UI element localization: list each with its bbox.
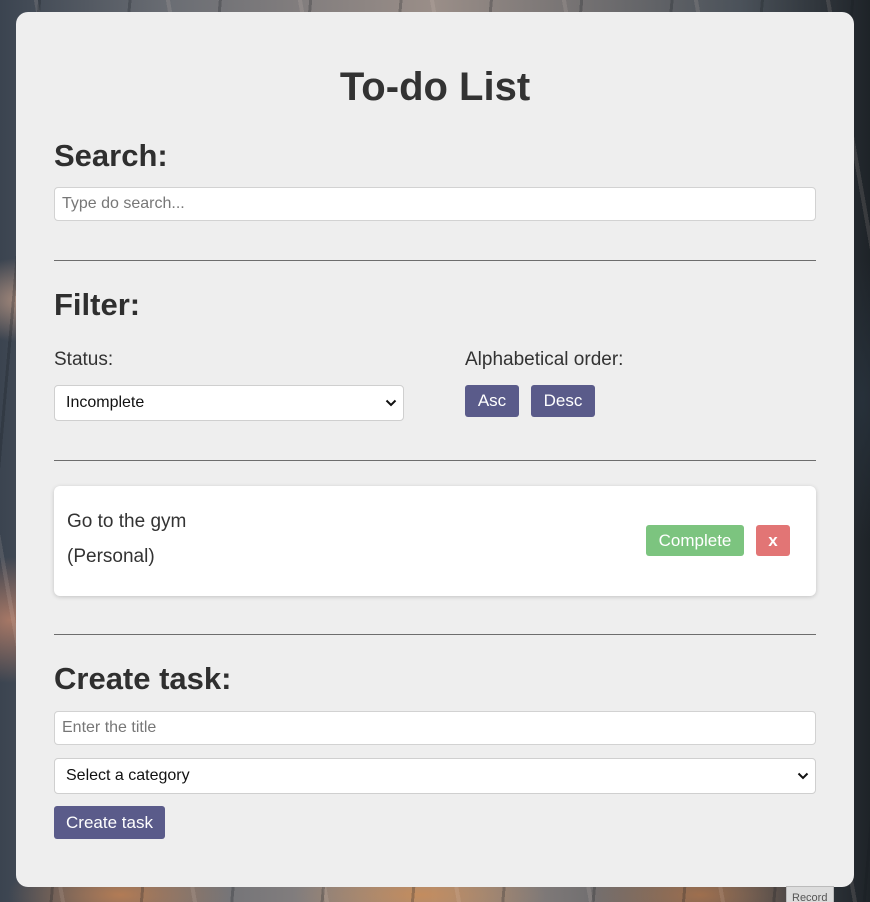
search-heading: Search: bbox=[54, 138, 168, 173]
chevron-down-icon bbox=[385, 399, 397, 407]
divider bbox=[54, 460, 816, 461]
create-task-heading: Create task: bbox=[54, 661, 232, 696]
status-label: Status: bbox=[54, 349, 114, 370]
create-task-button[interactable]: Create task bbox=[54, 806, 165, 839]
search-input[interactable] bbox=[54, 187, 816, 221]
todo-app-card: To-do List Search: Filter: Status: Incom… bbox=[16, 12, 854, 887]
task-category: (Personal) bbox=[67, 546, 155, 567]
alphabetical-order-label: Alphabetical order: bbox=[465, 349, 624, 370]
record-tab[interactable]: Record bbox=[786, 886, 834, 902]
divider bbox=[54, 634, 816, 635]
sort-desc-button[interactable]: Desc bbox=[531, 385, 595, 417]
create-task-section: Create task: Select a category Create ta… bbox=[54, 661, 816, 839]
status-select[interactable]: Incomplete bbox=[54, 385, 404, 421]
page-title: To-do List bbox=[339, 65, 531, 109]
sort-asc-button[interactable]: Asc bbox=[465, 385, 519, 417]
order-buttons: Asc Desc bbox=[465, 385, 623, 417]
category-select-value: Select a category bbox=[66, 767, 190, 784]
filter-section: Filter: Status: Incomplete Alphabetical … bbox=[54, 287, 816, 421]
task-item: Go to the gym (Personal) Complete x bbox=[54, 486, 816, 596]
task-title: Go to the gym bbox=[67, 511, 187, 532]
delete-task-button[interactable]: x bbox=[756, 525, 790, 556]
status-filter-group: Status: Incomplete bbox=[54, 349, 465, 421]
chevron-down-icon bbox=[797, 772, 809, 780]
filter-heading: Filter: bbox=[54, 287, 141, 322]
filter-row: Status: Incomplete Alphabetical order: A… bbox=[54, 349, 816, 421]
order-filter-group: Alphabetical order: Asc Desc bbox=[465, 349, 623, 421]
search-section: Search: bbox=[54, 138, 816, 221]
task-title-input[interactable] bbox=[54, 711, 816, 745]
task-list: Go to the gym (Personal) Complete x bbox=[54, 486, 816, 596]
category-select[interactable]: Select a category bbox=[54, 758, 816, 794]
divider bbox=[54, 260, 816, 261]
status-select-value: Incomplete bbox=[66, 394, 145, 411]
complete-task-button[interactable]: Complete bbox=[646, 525, 744, 556]
